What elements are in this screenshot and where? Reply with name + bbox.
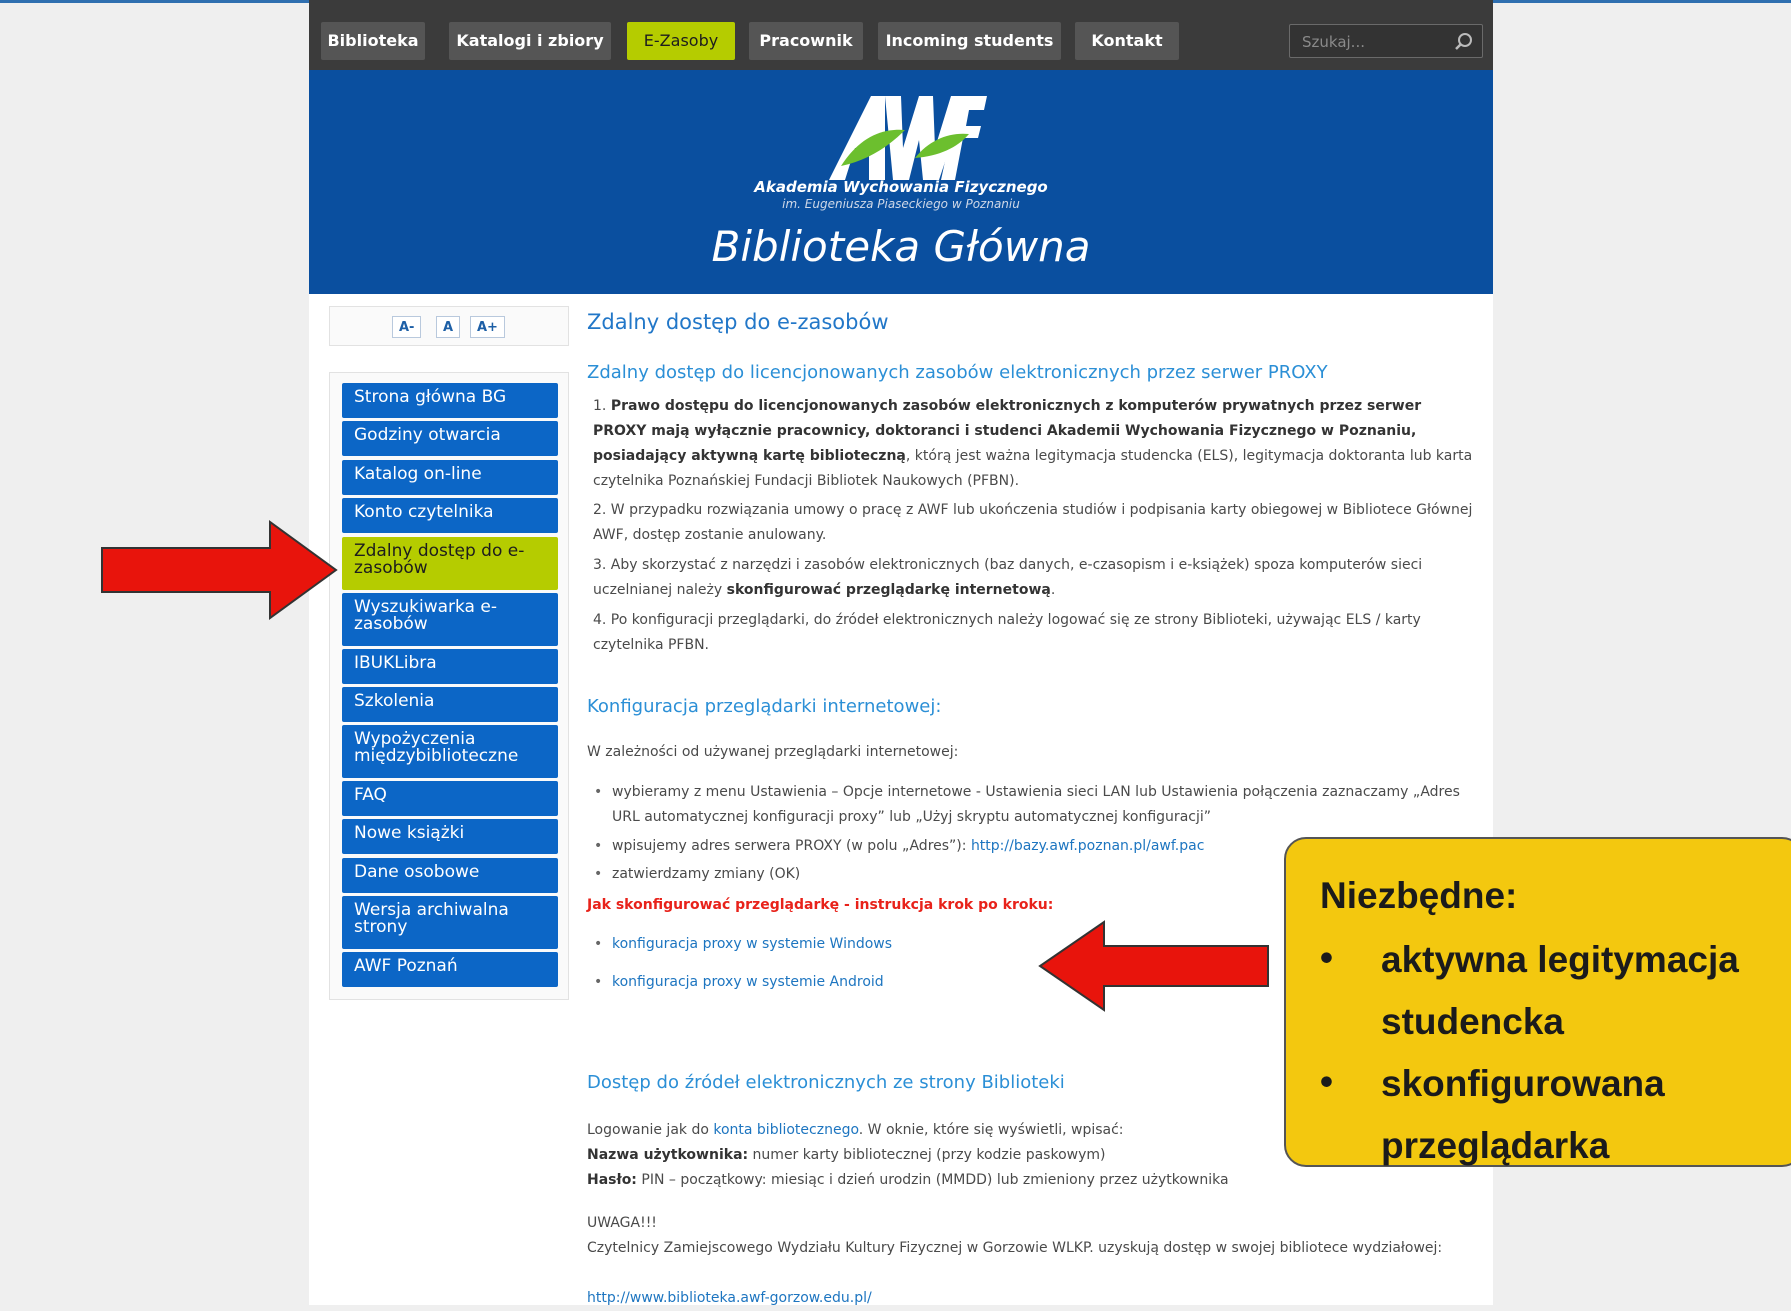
nav-e-zasoby[interactable]: E-Zasoby <box>627 22 735 60</box>
font-increase-button[interactable]: A+ <box>470 316 505 338</box>
password-line: Hasło: PIN – początkowy: miesiąc i dzień… <box>587 1168 1477 1193</box>
sidebar-item-nowe-ksiazki[interactable]: Nowe książki <box>342 819 558 854</box>
config-bullet-2-text: wpisujemy adres serwera PROXY (w polu „A… <box>612 838 971 854</box>
search-input[interactable] <box>1300 29 1454 55</box>
login-text: Logowanie jak do <box>587 1122 714 1138</box>
gorzow-library-link[interactable]: http://www.biblioteka.awf-gorzow.edu.pl/ <box>587 1290 872 1306</box>
red-arrow-right-icon <box>101 520 338 620</box>
password-label: Hasło: <box>587 1172 637 1188</box>
sidebar-item-konto[interactable]: Konto czytelnika <box>342 498 558 533</box>
callout-item-1: aktywna legitymacja studencka <box>1381 939 1739 1042</box>
section-proxy-title: Zdalny dostęp do licencjonowanych zasobó… <box>587 362 1328 383</box>
sidebar-item-dane-osobowe[interactable]: Dane osobowe <box>342 858 558 893</box>
callout-title: Niezbędne: <box>1320 875 1518 916</box>
gorzow-link-line: http://www.biblioteka.awf-gorzow.edu.pl/ <box>587 1286 1477 1311</box>
font-size-controls: A- A A+ <box>329 306 569 346</box>
sidebar-item-godziny[interactable]: Godziny otwarcia <box>342 421 558 456</box>
section-config-title: Konfiguracja przeglądarki internetowej: <box>587 696 942 717</box>
config-intro: W zależności od używanej przeglądarki in… <box>587 744 959 760</box>
header-banner: Akademia Wychowania Fizycznego im. Eugen… <box>309 70 1493 294</box>
font-normal-button[interactable]: A <box>436 316 461 338</box>
top-navigation: Biblioteka Katalogi i zbiory E-Zasoby Pr… <box>309 0 1493 70</box>
paragraph-3-bold: skonfigurować przeglądarkę internetową <box>726 582 1051 598</box>
paragraph-1: 1. Prawo dostępu do licencjonowanych zas… <box>593 394 1473 494</box>
username-label: Nazwa użytkownika: <box>587 1147 749 1163</box>
nav-katalogi[interactable]: Katalogi i zbiory <box>449 22 611 60</box>
link-proxy-windows[interactable]: konfiguracja proxy w systemie Windows <box>612 936 892 952</box>
logo-university-subtitle: im. Eugeniusza Piaseckiego w Poznaniu <box>782 197 1020 211</box>
page-title: Zdalny dostęp do e-zasobów <box>587 310 889 334</box>
username-text: numer karty bibliotecznej (przy kodzie p… <box>748 1147 1106 1163</box>
paragraph-3-end: . <box>1050 582 1056 598</box>
config-bullet-1: wybieramy z menu Ustawienia – Opcje inte… <box>594 780 1472 830</box>
proxy-pac-link[interactable]: http://bazy.awf.poznan.pl/awf.pac <box>971 838 1204 854</box>
awf-logo <box>829 96 987 180</box>
nav-biblioteka[interactable]: Biblioteka <box>321 22 425 60</box>
login-rest: . W oknie, które się wyświetli, wpisać: <box>858 1122 1124 1138</box>
sidebar-item-wyszukiwarka[interactable]: Wyszukiwarka e-zasobów <box>342 593 558 646</box>
sidebar-item-ibuklibra[interactable]: IBUKLibra <box>342 649 558 684</box>
library-account-link[interactable]: konta bibliotecznego <box>713 1122 858 1138</box>
logo-university-name: Akademia Wychowania Fizycznego <box>754 178 1048 196</box>
requirements-callout: Niezbędne: • aktywna legitymacja studenc… <box>1284 837 1791 1167</box>
banner-title: Biblioteka Główna <box>711 222 1091 271</box>
paragraph-1-number: 1. <box>593 398 611 414</box>
font-decrease-button[interactable]: A- <box>392 316 422 338</box>
sidebar-item-faq[interactable]: FAQ <box>342 781 558 816</box>
nav-incoming-students[interactable]: Incoming students <box>878 22 1061 60</box>
link-proxy-android[interactable]: konfiguracja proxy w systemie Android <box>612 974 884 990</box>
sidebar-item-awf-poznan[interactable]: AWF Poznań <box>342 952 558 987</box>
search-box <box>1289 24 1483 58</box>
warning-heading: UWAGA!!! <box>587 1215 657 1231</box>
sidebar-item-katalog[interactable]: Katalog on-line <box>342 460 558 495</box>
sidebar-item-szkolenia[interactable]: Szkolenia <box>342 687 558 722</box>
warning-text: Czytelnicy Zamiejscowego Wydziału Kultur… <box>587 1240 1443 1256</box>
callout-item-2: skonfigurowana przeglądarka <box>1381 1063 1665 1166</box>
section-access-title: Dostęp do źródeł elektronicznych ze stro… <box>587 1072 1065 1093</box>
paragraph-4: 4. Po konfiguracji przeglądarki, do źród… <box>593 612 1421 653</box>
nav-kontakt[interactable]: Kontakt <box>1075 22 1179 60</box>
sidebar-item-wypozyczenia[interactable]: Wypożyczenia międzybiblioteczne <box>342 725 558 778</box>
nav-pracownik[interactable]: Pracownik <box>749 22 863 60</box>
sidebar-item-zdalny-dostep[interactable]: Zdalny dostęp do e-zasobów <box>342 537 558 590</box>
sidebar-menu: Strona główna BG Godziny otwarcia Katalo… <box>329 372 569 1000</box>
red-arrow-left-icon <box>1038 920 1269 1012</box>
paragraph-3: 3. Aby skorzystać z narzędzi i zasobów e… <box>593 553 1473 603</box>
sidebar-item-strona-glowna[interactable]: Strona główna BG <box>342 383 558 418</box>
callout-bullet-2-icon: • <box>1320 1061 1333 1102</box>
callout-bullet-1-icon: • <box>1320 937 1333 978</box>
search-icon[interactable] <box>1454 32 1474 52</box>
sidebar-item-wersja-archiwalna[interactable]: Wersja archiwalna strony <box>342 896 558 949</box>
password-text: PIN – początkowy: miesiąc i dzień urodzi… <box>636 1172 1229 1188</box>
paragraph-2: 2. W przypadku rozwiązania umowy o pracę… <box>593 502 1473 543</box>
